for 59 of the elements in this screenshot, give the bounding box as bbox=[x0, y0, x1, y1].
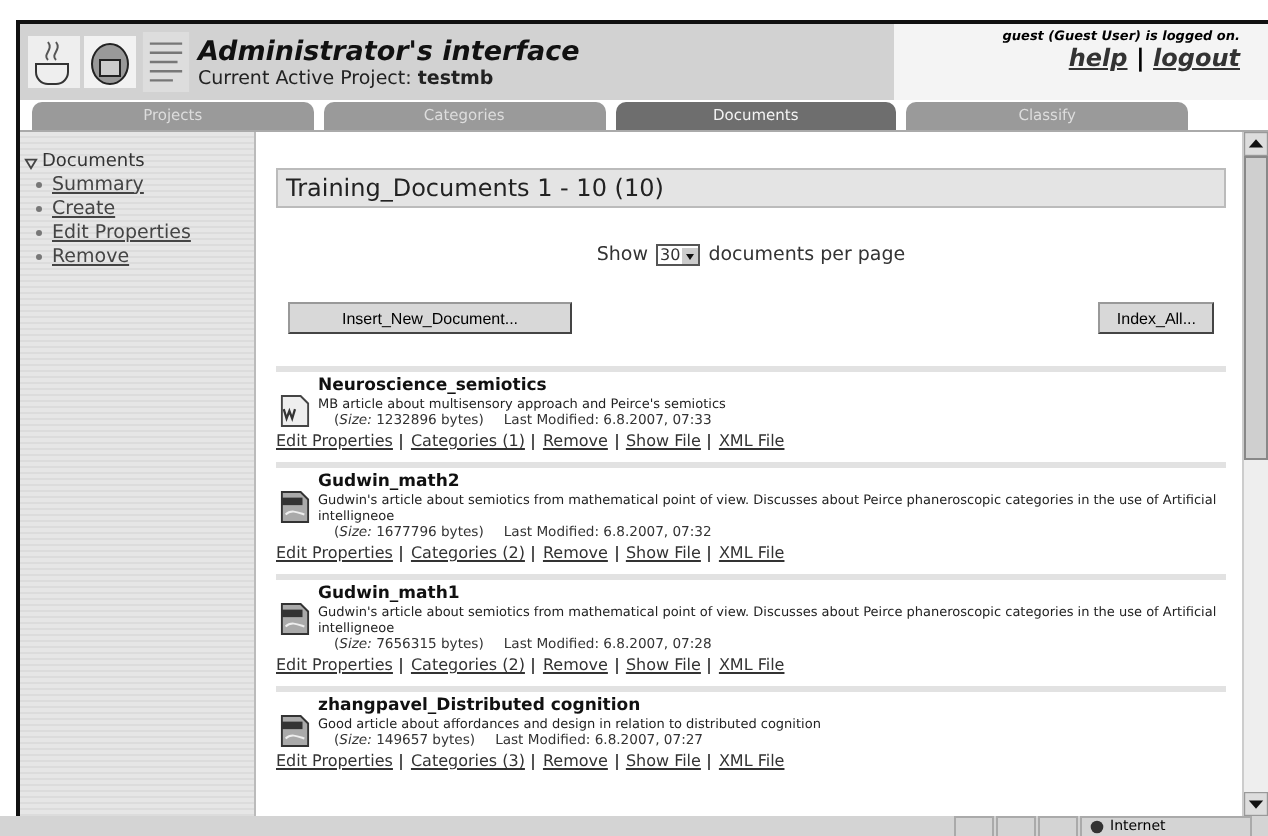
sidebar-link[interactable]: Summary bbox=[52, 173, 144, 195]
list-heading: Training_Documents 1 - 10 (10) bbox=[276, 168, 1226, 208]
document-action-link[interactable]: XML File bbox=[718, 656, 785, 674]
scroll-up-icon[interactable] bbox=[1244, 132, 1268, 156]
document-action-link[interactable]: Remove bbox=[542, 656, 608, 674]
document-action-link[interactable]: Remove bbox=[542, 544, 608, 562]
document-action-link[interactable]: Edit Properties bbox=[276, 752, 393, 770]
insert-document-button[interactable]: Insert_New_Document... bbox=[288, 302, 572, 334]
per-page-select[interactable]: 30 bbox=[656, 244, 701, 266]
teacup-logo-icon bbox=[28, 32, 80, 92]
sidebar-link[interactable]: Edit Properties bbox=[52, 221, 191, 243]
triangle-down-icon[interactable] bbox=[24, 155, 38, 169]
help-link[interactable]: help bbox=[1068, 44, 1128, 72]
bullet-icon bbox=[36, 229, 42, 235]
document-action-link[interactable]: Edit Properties bbox=[276, 544, 393, 562]
document-action-link[interactable]: Edit Properties bbox=[276, 432, 393, 450]
project-name: testmb bbox=[417, 67, 494, 89]
document-title: zhangpavel_Distributed cognition bbox=[318, 696, 643, 716]
document-title: Gudwin_math2 bbox=[318, 472, 462, 492]
word-document-icon bbox=[280, 394, 310, 428]
bullet-icon bbox=[36, 205, 42, 211]
document-action-link[interactable]: Show File bbox=[625, 656, 701, 674]
status-panel bbox=[954, 815, 994, 836]
document-action-link[interactable]: Remove bbox=[542, 432, 608, 450]
scrollbar[interactable] bbox=[1242, 132, 1268, 816]
document-action-link[interactable]: Show File bbox=[625, 432, 701, 450]
document-action-link[interactable]: XML File bbox=[718, 544, 785, 562]
bullet-icon bbox=[36, 253, 42, 259]
pdf-document-icon bbox=[280, 714, 310, 748]
bullet-icon bbox=[36, 181, 42, 187]
app-title: Administrator's interface bbox=[198, 35, 582, 67]
document-action-link[interactable]: Remove bbox=[542, 752, 608, 770]
project-label: Current Active Project: bbox=[198, 67, 412, 89]
index-all-button[interactable]: Index_All... bbox=[1098, 302, 1214, 334]
status-panel bbox=[996, 815, 1036, 836]
document-action-link[interactable]: Categories (2) bbox=[410, 656, 525, 674]
link-separator: | bbox=[1135, 44, 1145, 72]
document-logo-icon bbox=[140, 32, 192, 92]
per-page-label: documents per page bbox=[708, 244, 906, 266]
document-title: Neuroscience_semiotics bbox=[318, 376, 549, 396]
document-action-link[interactable]: Categories (3) bbox=[410, 752, 525, 770]
scroll-thumb[interactable] bbox=[1244, 156, 1268, 460]
document-action-link[interactable]: Categories (2) bbox=[410, 544, 525, 562]
sidebar-link[interactable]: Remove bbox=[52, 245, 130, 267]
document-action-link[interactable]: XML File bbox=[718, 432, 785, 450]
document-action-link[interactable]: Categories (1) bbox=[410, 432, 525, 450]
scroll-down-icon[interactable] bbox=[1244, 792, 1268, 816]
document-action-link[interactable]: Show File bbox=[625, 752, 701, 770]
document-action-link[interactable]: Show File bbox=[625, 544, 701, 562]
dropdown-arrow-icon[interactable] bbox=[682, 247, 699, 263]
sidebar-link[interactable]: Create bbox=[52, 197, 116, 219]
pdf-document-icon bbox=[280, 490, 310, 524]
document-title: Gudwin_math1 bbox=[318, 584, 462, 604]
sidebar-heading: Documents bbox=[42, 152, 145, 172]
show-label: Show bbox=[596, 244, 648, 266]
pdf-document-icon bbox=[280, 602, 310, 636]
logout-link[interactable]: logout bbox=[1153, 44, 1240, 72]
document-action-link[interactable]: Edit Properties bbox=[276, 656, 393, 674]
document-action-link[interactable]: XML File bbox=[718, 752, 785, 770]
